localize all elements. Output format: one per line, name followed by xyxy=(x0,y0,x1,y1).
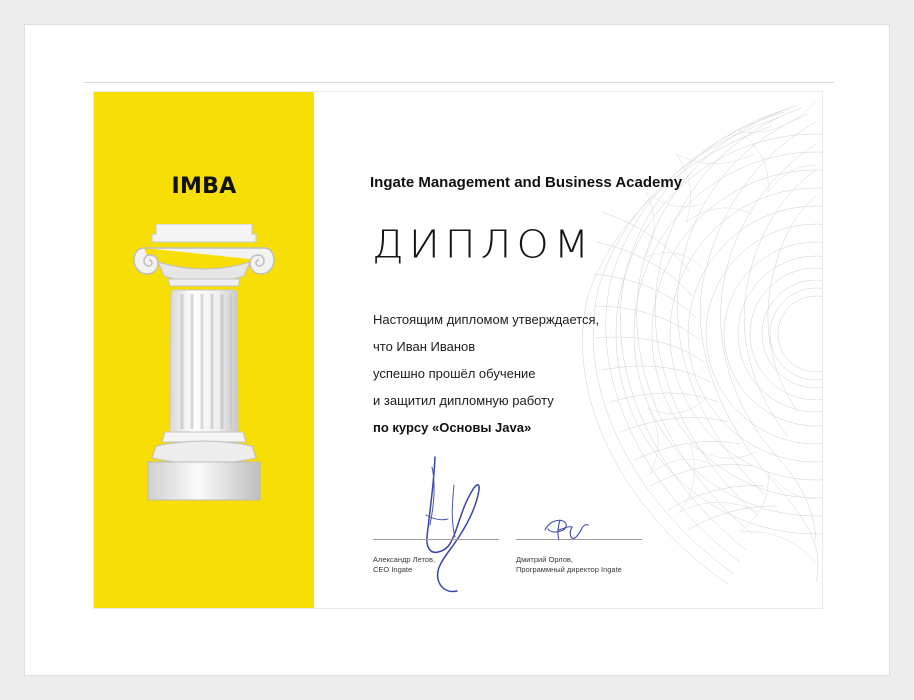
course-line: по курсу «Основы Java» xyxy=(373,420,532,435)
ionic-column-icon xyxy=(133,224,275,501)
diploma-line-1: Настоящим дипломом утверждается, xyxy=(373,312,600,327)
right-signature-line xyxy=(516,539,642,540)
picture-frame: IMBA Ingate Management and Business Acad… xyxy=(0,0,914,700)
left-signature-icon xyxy=(425,456,480,593)
yellow-side-panel: IMBA xyxy=(94,92,314,608)
diploma-line-4: и защитил дипломную работу xyxy=(373,393,554,408)
diploma-line-2: что Иван Иванов xyxy=(373,339,476,354)
diploma-title: ДИПЛОМ xyxy=(372,222,595,268)
left-signature-line xyxy=(373,539,499,540)
mat-divider xyxy=(84,82,834,83)
right-signer-name: Дмитрий Орлов, xyxy=(516,555,573,564)
diploma-text-block: Настоящим дипломом утверждается, что Ива… xyxy=(373,306,633,441)
diploma-sheet: IMBA Ingate Management and Business Acad… xyxy=(94,92,822,608)
right-signer-role: Программный директор Ingate xyxy=(516,565,622,574)
left-signer-name: Александр Летов, xyxy=(373,555,436,564)
right-signer-block: Дмитрий Орлов, Программный директор Inga… xyxy=(516,555,622,575)
left-signer-role: CEO Ingate xyxy=(373,565,413,574)
academy-name: Ingate Management and Business Academy xyxy=(370,174,683,191)
left-signer-block: Александр Летов, CEO Ingate xyxy=(373,555,435,575)
brand-logo: IMBA xyxy=(171,174,237,199)
right-signature-icon xyxy=(544,519,589,541)
diploma-line-3: успешно прошёл обучение xyxy=(373,366,536,381)
